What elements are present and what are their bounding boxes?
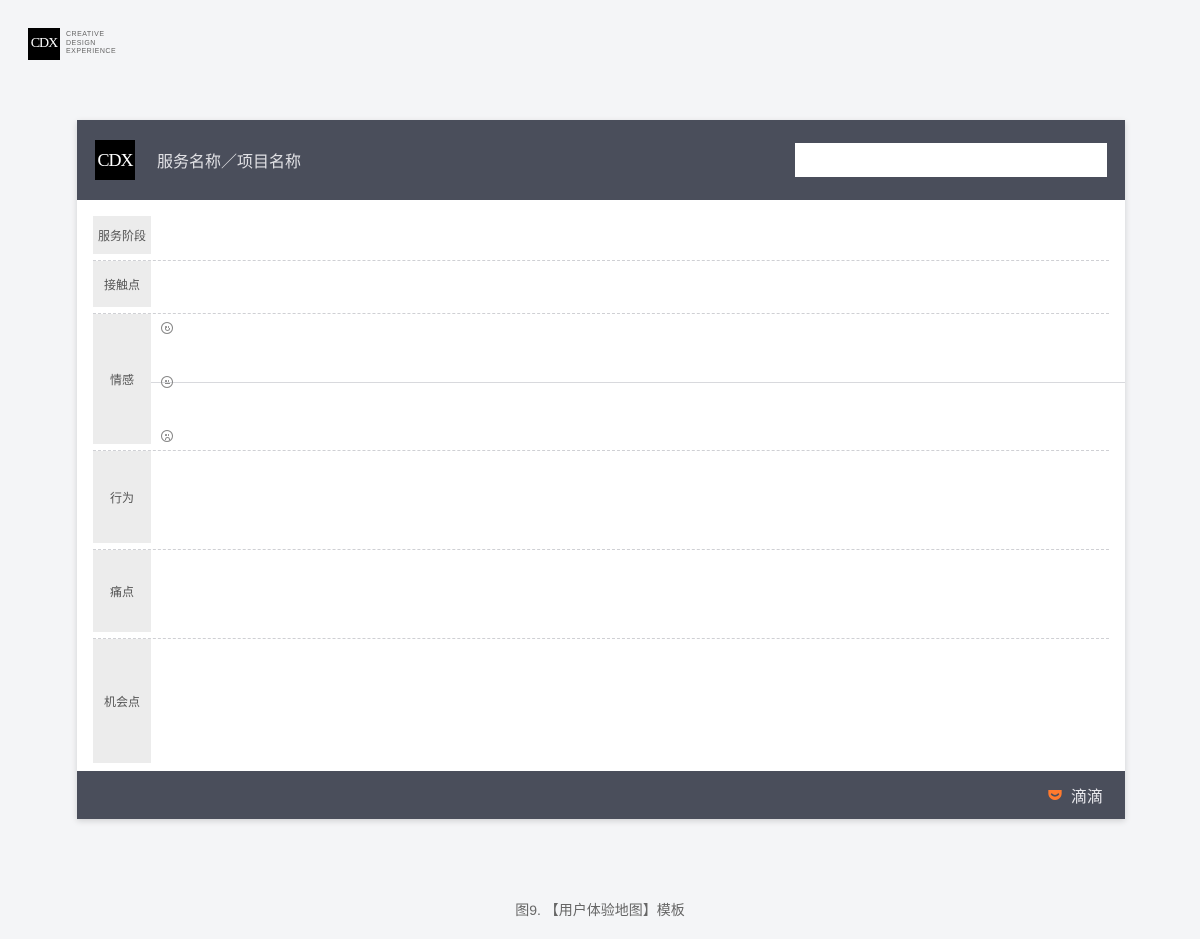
row-content-touch[interactable] bbox=[151, 261, 1109, 313]
header-input-box[interactable] bbox=[795, 143, 1107, 177]
page-logo: CDX CREATIVE DESIGN EXPERIENCE bbox=[28, 28, 116, 60]
row-touch: 接触点 bbox=[93, 261, 1109, 314]
row-behavior: 行为 bbox=[93, 451, 1109, 550]
card-logo-mark: CDX bbox=[95, 140, 135, 180]
row-content-emotion[interactable] bbox=[151, 314, 1109, 450]
row-content-behavior[interactable] bbox=[151, 451, 1109, 549]
logo-sub-line2: DESIGN bbox=[66, 40, 116, 48]
card-footer: 滴滴 bbox=[77, 771, 1125, 819]
row-opportunity: 机会点 bbox=[93, 639, 1109, 767]
didi-brand-text: 滴滴 bbox=[1071, 783, 1103, 807]
row-content-stage[interactable] bbox=[151, 216, 1109, 260]
logo-subtext: CREATIVE DESIGN EXPERIENCE bbox=[66, 31, 116, 56]
logo-mark: CDX bbox=[28, 28, 60, 60]
row-label-stage: 服务阶段 bbox=[93, 216, 151, 254]
row-label-touch: 接触点 bbox=[93, 261, 151, 307]
row-pain: 痛点 bbox=[93, 550, 1109, 639]
emotion-midline bbox=[151, 382, 1125, 383]
card-header: CDX 服务名称／项目名称 bbox=[77, 120, 1125, 200]
face-happy-icon bbox=[161, 322, 173, 334]
logo-sub-line3: EXPERIENCE bbox=[66, 48, 116, 56]
card-body: 服务阶段 接触点 情感 行为 bbox=[77, 200, 1125, 771]
didi-logo-icon bbox=[1045, 785, 1065, 805]
face-neutral-icon bbox=[161, 376, 173, 388]
row-stage: 服务阶段 bbox=[93, 216, 1109, 261]
row-label-behavior: 行为 bbox=[93, 451, 151, 543]
row-content-opportunity[interactable] bbox=[151, 639, 1109, 767]
row-label-pain: 痛点 bbox=[93, 550, 151, 632]
figure-caption: 图9. 【用户体验地图】模板 bbox=[0, 900, 1200, 920]
row-label-emotion: 情感 bbox=[93, 314, 151, 444]
face-sad-icon bbox=[161, 430, 173, 442]
row-label-opportunity: 机会点 bbox=[93, 639, 151, 763]
logo-sub-line1: CREATIVE bbox=[66, 31, 116, 39]
experience-map-card: CDX 服务名称／项目名称 服务阶段 接触点 情感 bbox=[77, 120, 1125, 819]
card-title: 服务名称／项目名称 bbox=[157, 148, 301, 172]
row-emotion: 情感 bbox=[93, 314, 1109, 451]
row-content-pain[interactable] bbox=[151, 550, 1109, 638]
